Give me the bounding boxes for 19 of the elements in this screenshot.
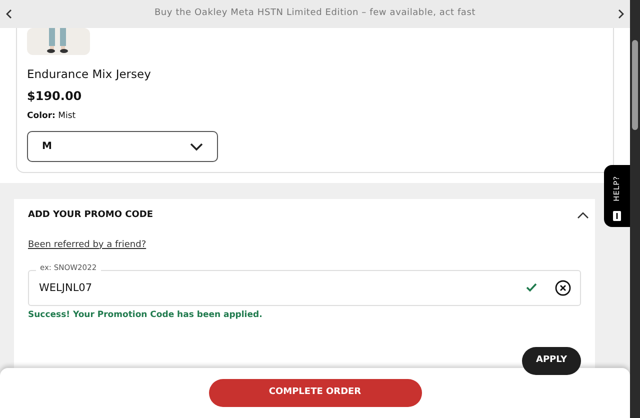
apply-button[interactable]: APPLY [522, 347, 581, 375]
scrollbar[interactable] [630, 0, 640, 418]
product-name: Endurance Mix Jersey [27, 66, 152, 83]
complete-order-button[interactable]: COMPLETE ORDER [208, 379, 422, 407]
banner-text: Buy the Oakley Meta HSTN Limited Edition – few available, act fast [154, 7, 476, 20]
promo-code-field[interactable]: WELJNL07 [28, 270, 581, 306]
clear-icon[interactable] [555, 280, 571, 296]
product-price: $190.00 [27, 88, 83, 106]
success-message: Success! Your Promotion Code has been applied. [28, 308, 264, 322]
chevron-left-icon[interactable] [6, 9, 12, 19]
product-color: Color: Mist [27, 110, 77, 123]
chevron-right-icon[interactable] [618, 9, 624, 19]
chevron-up-icon[interactable] [577, 212, 589, 220]
promo-title: ADD YOUR PROMO CODE [28, 209, 154, 222]
scrollbar-thumb[interactable] [632, 40, 638, 130]
size-select[interactable]: M [27, 131, 218, 162]
referral-link[interactable]: Been referred by a friend? [28, 238, 146, 252]
chevron-down-icon [190, 142, 203, 150]
check-icon [526, 283, 537, 292]
